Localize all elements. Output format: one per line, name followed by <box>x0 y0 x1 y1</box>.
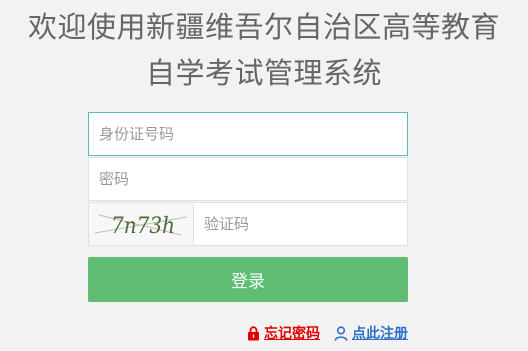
forgot-password-link[interactable]: 忘记密码 <box>247 323 320 343</box>
captcha-input[interactable] <box>194 203 407 245</box>
captcha-text: 7n73h <box>111 214 175 239</box>
user-icon <box>334 325 348 341</box>
login-button[interactable]: 登录 <box>88 257 408 302</box>
captcha-graphic: 7n73h <box>94 214 188 239</box>
register-label: 点此注册 <box>352 326 408 342</box>
lock-icon <box>248 325 259 340</box>
page-title: 欢迎使用新疆维吾尔自治区高等教育 自学考试管理系统 <box>0 4 528 96</box>
forgot-password-label: 忘记密码 <box>264 326 320 342</box>
password-input[interactable] <box>88 157 408 201</box>
id-number-input[interactable] <box>88 112 408 156</box>
footer-links: 忘记密码 点此注册 <box>247 322 408 344</box>
register-link[interactable]: 点此注册 <box>334 323 408 343</box>
captcha-image[interactable]: 7n73h <box>89 203 194 245</box>
page-title-line2: 自学考试管理系统 <box>145 56 382 90</box>
page-title-line1: 欢迎使用新疆维吾尔自治区高等教育 <box>27 10 500 44</box>
captcha-row: 7n73h <box>88 202 408 246</box>
